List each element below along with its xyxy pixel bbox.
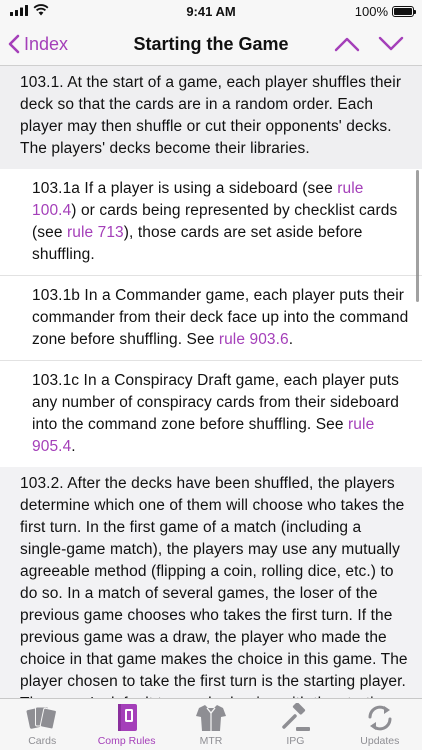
rule-903-6-link[interactable]: rule 903.6 bbox=[219, 331, 289, 348]
tab-ipg-label: IPG bbox=[286, 735, 305, 747]
rule-103-1: 103.1. At the start of a game, each play… bbox=[0, 66, 422, 169]
tab-comp-rules-label: Comp Rules bbox=[97, 735, 156, 747]
status-right: 100% bbox=[354, 4, 416, 19]
tab-mtr-label: MTR bbox=[199, 735, 223, 747]
status-bar: 9:41 AM 100% bbox=[0, 0, 422, 22]
rule-103-1a-text-a: 103.1a If a player is using a sideboard … bbox=[32, 180, 338, 197]
battery-percent: 100% bbox=[354, 4, 388, 19]
rulebook-icon bbox=[109, 703, 145, 733]
tab-mtr[interactable]: MTR bbox=[169, 699, 253, 750]
cards-icon bbox=[24, 703, 60, 733]
rule-103-1c: 103.1c In a Conspiracy Draft game, each … bbox=[0, 361, 422, 467]
chevron-down-icon bbox=[378, 36, 404, 51]
rule-713-link[interactable]: rule 713 bbox=[67, 224, 124, 241]
tab-bar: Cards Comp Rules MTR IPG Updates bbox=[0, 698, 422, 750]
rule-103-1c-text-b: . bbox=[71, 438, 76, 455]
rule-103-1c-text-a: 103.1c In a Conspiracy Draft game, each … bbox=[32, 372, 399, 433]
previous-section-button[interactable] bbox=[332, 30, 362, 58]
rule-103-2-text: 103.2. After the decks have been shuffle… bbox=[20, 475, 408, 698]
gavel-icon bbox=[277, 703, 313, 733]
tab-ipg[interactable]: IPG bbox=[253, 699, 337, 750]
rule-103-1a: 103.1a If a player is using a sideboard … bbox=[0, 169, 422, 276]
nav-arrows bbox=[332, 30, 406, 58]
scroll-indicator[interactable] bbox=[416, 170, 419, 302]
shirt-icon bbox=[193, 703, 229, 733]
rule-103-1b: 103.1b In a Commander game, each player … bbox=[0, 276, 422, 361]
tab-cards[interactable]: Cards bbox=[0, 699, 84, 750]
tab-updates-label: Updates bbox=[360, 735, 400, 747]
rules-content[interactable]: 103.1. At the start of a game, each play… bbox=[0, 66, 422, 698]
tab-updates[interactable]: Updates bbox=[338, 699, 422, 750]
next-section-button[interactable] bbox=[376, 30, 406, 58]
rule-103-2: 103.2. After the decks have been shuffle… bbox=[0, 467, 422, 698]
rule-103-1b-text-b: . bbox=[288, 331, 294, 348]
navigation-bar: Index Starting the Game bbox=[0, 22, 422, 66]
tab-cards-label: Cards bbox=[28, 735, 57, 747]
rule-103-1-text: 103.1. At the start of a game, each play… bbox=[20, 74, 402, 157]
chevron-up-icon bbox=[334, 37, 360, 52]
battery-icon bbox=[392, 6, 416, 17]
tab-comp-rules[interactable]: Comp Rules bbox=[84, 699, 168, 750]
sub-rule-list: 103.1a If a player is using a sideboard … bbox=[0, 169, 422, 467]
refresh-icon bbox=[362, 703, 398, 733]
